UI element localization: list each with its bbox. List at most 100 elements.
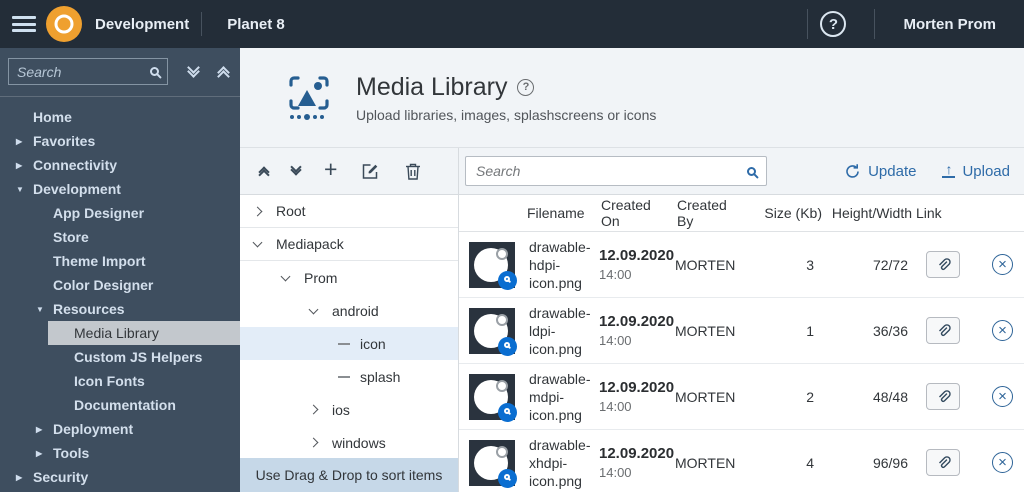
chevron-right-icon[interactable]	[308, 437, 319, 448]
help-icon[interactable]: ?	[820, 11, 847, 37]
chevron-right-icon[interactable]: ▶	[36, 425, 53, 434]
edit-icon[interactable]	[361, 162, 380, 181]
created-on-cell: 12.09.2020 14:00	[599, 313, 675, 348]
delete-icon[interactable]: ×	[992, 452, 1013, 473]
chevron-right-icon[interactable]	[252, 206, 263, 216]
sidebar-item-app-designer[interactable]: App Designer	[0, 201, 240, 225]
chevron-right-icon[interactable]: ▶	[16, 137, 33, 146]
sidebar-item-resources[interactable]: ▼ Resources	[0, 297, 240, 321]
image-thumbnail[interactable]	[469, 241, 517, 290]
page-header: Media Library ? Upload libraries, images…	[240, 48, 1024, 148]
delete-icon[interactable]: ×	[992, 386, 1013, 407]
sidebar-item-security[interactable]: ▶ Security	[0, 465, 240, 489]
zoom-badge-icon[interactable]	[498, 336, 517, 356]
link-button[interactable]	[926, 317, 960, 344]
filename-cell: drawable-ldpi-icon.png	[529, 304, 591, 357]
collapse-all-icon[interactable]	[217, 65, 230, 83]
chevron-right-icon[interactable]: ▶	[36, 449, 53, 458]
sidebar-item-custom-js-helpers[interactable]: Custom JS Helpers	[0, 345, 240, 369]
image-thumbnail[interactable]	[469, 307, 517, 356]
height-width-cell: 72/72	[872, 256, 908, 273]
created-by-cell: MORTEN	[675, 256, 736, 273]
filename-cell: drawable-hdpi-icon.png	[529, 238, 591, 291]
chevron-down-icon[interactable]: ▼	[36, 305, 53, 314]
search-icon[interactable]	[747, 166, 756, 176]
tree-node-root[interactable]: Root	[240, 195, 458, 228]
leaf-dash-icon	[338, 342, 350, 345]
filename-cell: drawable-mdpi-icon.png	[529, 370, 591, 423]
zoom-badge-icon[interactable]	[498, 270, 517, 290]
sidebar: Home ▶Favorites ▶Connectivity ▼Developme…	[0, 48, 240, 492]
link-button[interactable]	[926, 251, 960, 278]
sidebar-item-theme-import[interactable]: Theme Import	[0, 249, 240, 273]
tree-node-ios[interactable]: ios	[240, 393, 458, 426]
table-row[interactable]: drawable-hdpi-icon.png 12.09.2020 14:00 …	[459, 232, 1024, 298]
leaf-dash-icon	[338, 375, 350, 378]
sidebar-item-tools[interactable]: ▶ Tools	[0, 441, 240, 465]
expand-all-icon[interactable]	[187, 60, 200, 78]
image-thumbnail[interactable]	[469, 373, 517, 422]
zoom-badge-icon[interactable]	[498, 468, 517, 488]
tree-node-android[interactable]: android	[240, 294, 458, 327]
title-help-icon[interactable]: ?	[517, 78, 535, 96]
expand-all-icon[interactable]	[290, 161, 302, 176]
table-row[interactable]: drawable-xhdpi-icon.png 12.09.2020 14:00…	[459, 430, 1024, 492]
chevron-down-icon[interactable]	[308, 304, 319, 314]
image-thumbnail[interactable]	[469, 439, 517, 488]
sidebar-search-input[interactable]	[17, 63, 150, 80]
created-on-cell: 12.09.2020 14:00	[599, 379, 675, 414]
tree-node-prom[interactable]: Prom	[240, 261, 458, 294]
sidebar-item-development[interactable]: ▼ Development	[0, 177, 240, 201]
app-name: Planet 8	[227, 15, 285, 33]
sidebar-item-icon-fonts[interactable]: Icon Fonts	[0, 369, 240, 393]
col-filename: Filename	[527, 205, 585, 221]
table-row[interactable]: drawable-ldpi-icon.png 12.09.2020 14:00 …	[459, 298, 1024, 364]
size-cell: 2	[806, 388, 814, 405]
tree-toolbar: +	[240, 148, 459, 194]
add-folder-button[interactable]: +	[324, 158, 337, 181]
delete-icon[interactable]: ×	[992, 320, 1013, 341]
table-row[interactable]: drawable-mdpi-icon.png 12.09.2020 14:00 …	[459, 364, 1024, 430]
chevron-down-icon[interactable]: ▼	[16, 185, 33, 194]
table-search-input[interactable]	[476, 163, 747, 179]
search-icon[interactable]	[150, 67, 159, 76]
sidebar-item-media-library[interactable]: Media Library	[0, 321, 240, 345]
tree-node-mediapack[interactable]: Mediapack	[240, 228, 458, 261]
collapse-all-icon[interactable]	[258, 166, 270, 181]
tree-node-windows[interactable]: windows	[240, 426, 458, 458]
sidebar-item-color-designer[interactable]: Color Designer	[0, 273, 240, 297]
link-button[interactable]	[926, 449, 960, 476]
sidebar-item-deployment[interactable]: ▶ Deployment	[0, 417, 240, 441]
trash-icon[interactable]	[404, 162, 422, 181]
upload-button[interactable]: ↑ Upload	[942, 162, 1010, 180]
sidebar-item-home[interactable]: Home	[0, 105, 240, 129]
hamburger-menu-icon[interactable]	[12, 16, 36, 32]
topbar-divider	[874, 9, 876, 39]
paperclip-icon	[939, 455, 951, 468]
sidebar-search	[8, 58, 168, 85]
product-title: Development	[95, 15, 190, 33]
user-menu[interactable]: Morten Prom	[903, 16, 996, 33]
app-logo[interactable]	[46, 6, 82, 42]
chevron-right-icon[interactable]: ▶	[16, 473, 33, 482]
toolbar: + Search Update ↑ Upload	[240, 148, 1024, 195]
link-button[interactable]	[926, 383, 960, 410]
created-by-cell: MORTEN	[675, 454, 736, 471]
media-table: Filename Created On Created By Size (Kb)…	[459, 195, 1024, 492]
table-search	[465, 156, 767, 186]
tree-node-icon[interactable]: icon	[240, 327, 458, 360]
sidebar-item-store[interactable]: Store	[0, 225, 240, 249]
table-header: Filename Created On Created By Size (Kb)…	[459, 195, 1024, 232]
update-button[interactable]: Update	[844, 163, 916, 180]
chevron-down-icon[interactable]	[280, 271, 291, 281]
chevron-down-icon[interactable]	[252, 237, 263, 248]
delete-icon[interactable]: ×	[992, 254, 1013, 275]
media-library-icon	[289, 75, 329, 120]
sidebar-item-favorites[interactable]: ▶ Favorites	[0, 129, 240, 153]
zoom-badge-icon[interactable]	[498, 402, 517, 422]
tree-node-splash[interactable]: splash	[240, 360, 458, 393]
sidebar-item-documentation[interactable]: Documentation	[0, 393, 240, 417]
chevron-right-icon[interactable]	[308, 404, 319, 415]
chevron-right-icon[interactable]: ▶	[16, 161, 33, 170]
sidebar-item-connectivity[interactable]: ▶ Connectivity	[0, 153, 240, 177]
